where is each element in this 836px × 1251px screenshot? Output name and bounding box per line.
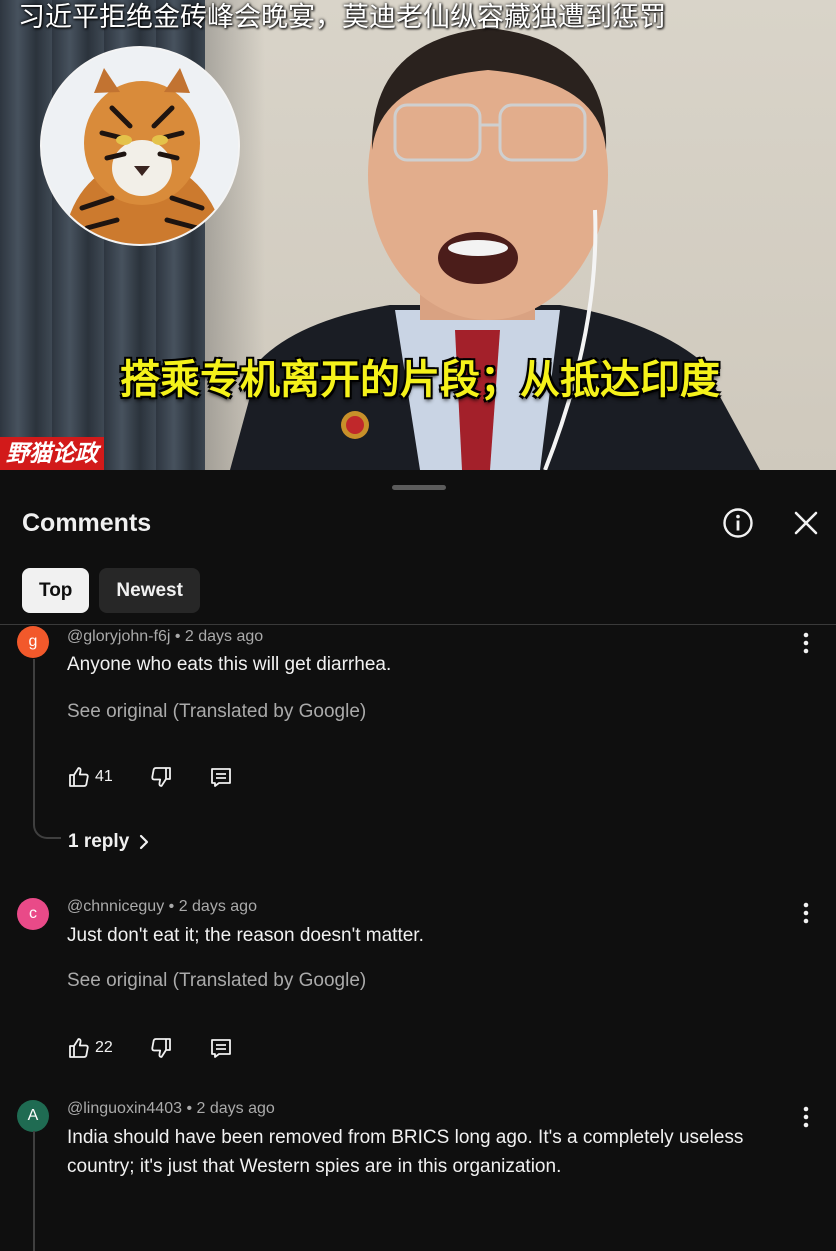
chip-top[interactable]: Top [22, 568, 90, 613]
comment-text: India should have been removed from BRIC… [67, 1127, 744, 1177]
more-options-icon[interactable] [796, 898, 816, 928]
comment-author[interactable]: @chnniceguy [67, 898, 164, 915]
see-original-link[interactable]: See original (Translated by Google) [67, 968, 366, 994]
replies-toggle[interactable]: 1 reply [68, 831, 153, 853]
thumb-down-icon [151, 767, 171, 787]
comment-time: 2 days ago [178, 898, 257, 915]
see-original-link[interactable]: See original (Translated by Google) [67, 699, 366, 725]
like-count: 22 [95, 1039, 113, 1056]
comment-author[interactable]: @gloryjohn-f6j [67, 628, 170, 645]
comment-text: Anyone who eats this will get diarrhea. [67, 654, 392, 675]
comment-actions: 41 [67, 762, 233, 792]
thumb-down-icon [151, 1038, 171, 1058]
chip-newest[interactable]: Newest [99, 568, 200, 613]
tiger-avatar-image [40, 46, 240, 246]
info-icon[interactable] [721, 506, 755, 540]
channel-watermark: 野猫论政 [0, 437, 104, 470]
like-button[interactable]: 22 [67, 1033, 113, 1063]
more-options-icon[interactable] [796, 1102, 816, 1132]
thumb-up-icon [69, 1038, 89, 1058]
video-title-overlay: 习近平拒绝金砖峰会晚宴，莫迪老仙纵容藏独遭到惩罚 [18, 2, 666, 33]
avatar[interactable]: c [17, 898, 49, 930]
reply-button[interactable] [209, 762, 233, 792]
comment-time: 2 days ago [196, 1100, 275, 1117]
comments-title: Comments [22, 509, 152, 537]
header-divider [0, 624, 836, 625]
comment-meta: @linguoxin4403 • 2 days ago [67, 1100, 275, 1117]
avatar[interactable]: A [17, 1100, 49, 1132]
thread-line [33, 659, 61, 839]
thumb-up-icon [69, 767, 89, 787]
comment-reply-icon [210, 1039, 231, 1058]
comments-sheet: Comments Top Newest g @gloryjohn-f6j • 2… [0, 470, 836, 1251]
comment-reply-icon [210, 768, 231, 787]
avatar[interactable]: g [17, 626, 49, 658]
chevron-right-icon [140, 834, 149, 850]
comment-meta: @gloryjohn-f6j • 2 days ago [67, 628, 264, 645]
close-icon[interactable] [789, 506, 823, 540]
like-button[interactable]: 41 [67, 762, 113, 792]
video-subtitle: 搭乘专机离开的片段；从抵达印度 [120, 357, 720, 403]
dislike-button[interactable] [149, 762, 173, 792]
thread-line [33, 1131, 61, 1251]
like-count: 41 [95, 768, 113, 785]
comment-author[interactable]: @linguoxin4403 [67, 1100, 182, 1117]
reply-button[interactable] [209, 1033, 233, 1063]
sort-chips: Top Newest [22, 568, 200, 613]
comment-text: Just don't eat it; the reason doesn't ma… [67, 925, 424, 946]
dislike-button[interactable] [149, 1033, 173, 1063]
drag-handle[interactable] [392, 485, 446, 490]
replies-count: 1 reply [68, 831, 130, 852]
comment-time: 2 days ago [184, 628, 264, 645]
more-options-icon[interactable] [796, 628, 816, 658]
comment-meta: @chnniceguy • 2 days ago [67, 898, 257, 915]
video-player[interactable]: 习近平拒绝金砖峰会晚宴，莫迪老仙纵容藏独遭到惩罚 搭乘专机离开的片段；从抵达印度… [0, 0, 836, 470]
comment-actions: 22 [67, 1033, 233, 1063]
